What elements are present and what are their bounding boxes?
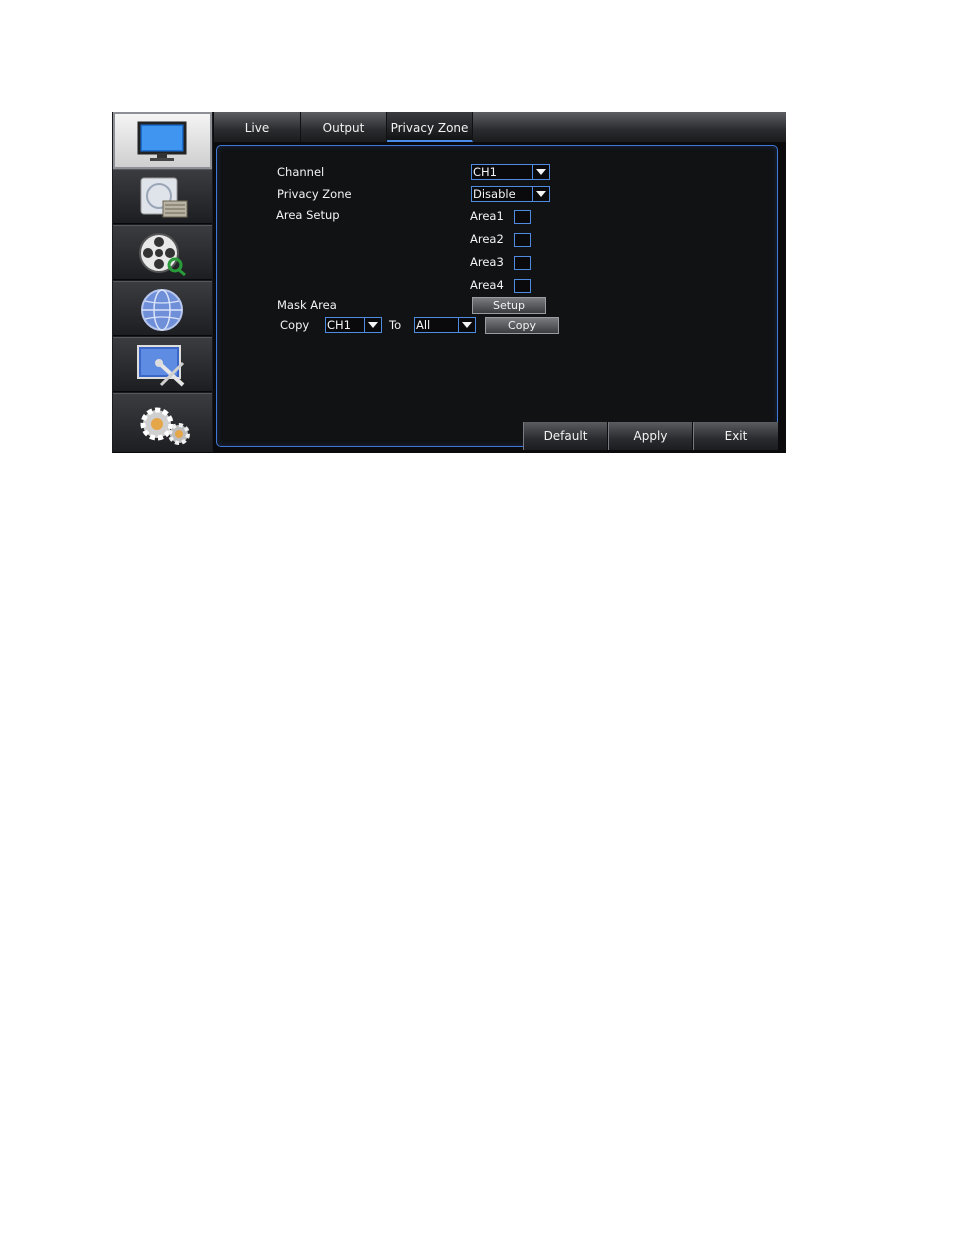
channel-select[interactable]: CH1	[471, 164, 550, 180]
record-icon	[140, 177, 188, 218]
chevron-down-icon	[532, 187, 549, 201]
gears-icon	[140, 407, 190, 445]
to-label: To	[389, 318, 402, 332]
film-reel-search-icon	[139, 233, 186, 277]
exit-button[interactable]: Exit	[693, 422, 779, 450]
privacy-zone-panel: Channel CH1 Privacy Zone Disable Area Se…	[216, 145, 778, 447]
tab-live[interactable]: Live	[214, 112, 301, 142]
monitor-icon	[137, 121, 187, 161]
mask-area-label: Mask Area	[277, 298, 337, 312]
area4-label: Area4	[470, 278, 504, 292]
chevron-down-icon	[532, 165, 549, 179]
system-tools-icon	[137, 345, 185, 387]
area3-label: Area3	[470, 255, 504, 269]
default-button[interactable]: Default	[523, 422, 608, 450]
privacy-zone-label: Privacy Zone	[277, 187, 352, 201]
area2-checkbox[interactable]	[514, 233, 531, 247]
area-setup-label: Area Setup	[276, 208, 340, 222]
copy-label: Copy	[280, 318, 310, 332]
copy-to-select[interactable]: All	[414, 317, 476, 333]
privacy-zone-select[interactable]: Disable	[471, 186, 550, 202]
area1-label: Area1	[470, 209, 504, 223]
chevron-down-icon	[458, 318, 475, 332]
sidebar-item-system[interactable]	[113, 393, 212, 453]
tab-bar: Live Output Privacy Zone	[214, 112, 786, 142]
sidebar-item-network[interactable]	[113, 281, 212, 336]
sidebar-item-playback[interactable]	[113, 225, 212, 280]
copy-from-value: CH1	[327, 318, 351, 332]
apply-button[interactable]: Apply	[608, 422, 693, 450]
channel-value: CH1	[473, 165, 497, 179]
sidebar-item-advanced[interactable]	[113, 337, 212, 392]
dvr-settings-window: Live Output Privacy Zone Channel CH1 Pri…	[112, 112, 786, 453]
tab-privacy-zone[interactable]: Privacy Zone	[387, 112, 473, 142]
area4-checkbox[interactable]	[514, 279, 531, 293]
sidebar-item-display[interactable]	[113, 112, 212, 169]
tab-output[interactable]: Output	[301, 112, 387, 142]
network-globe-icon	[141, 289, 183, 331]
copy-from-select[interactable]: CH1	[325, 317, 382, 333]
chevron-down-icon	[364, 318, 381, 332]
copy-button[interactable]: Copy	[485, 317, 559, 334]
sidebar	[112, 112, 213, 453]
area2-label: Area2	[470, 232, 504, 246]
channel-label: Channel	[277, 165, 325, 179]
setup-button[interactable]: Setup	[472, 297, 546, 314]
sidebar-item-record[interactable]	[113, 169, 212, 224]
area1-checkbox[interactable]	[514, 210, 531, 224]
area3-checkbox[interactable]	[514, 256, 531, 270]
privacy-zone-value: Disable	[473, 187, 516, 201]
copy-to-value: All	[416, 318, 431, 332]
